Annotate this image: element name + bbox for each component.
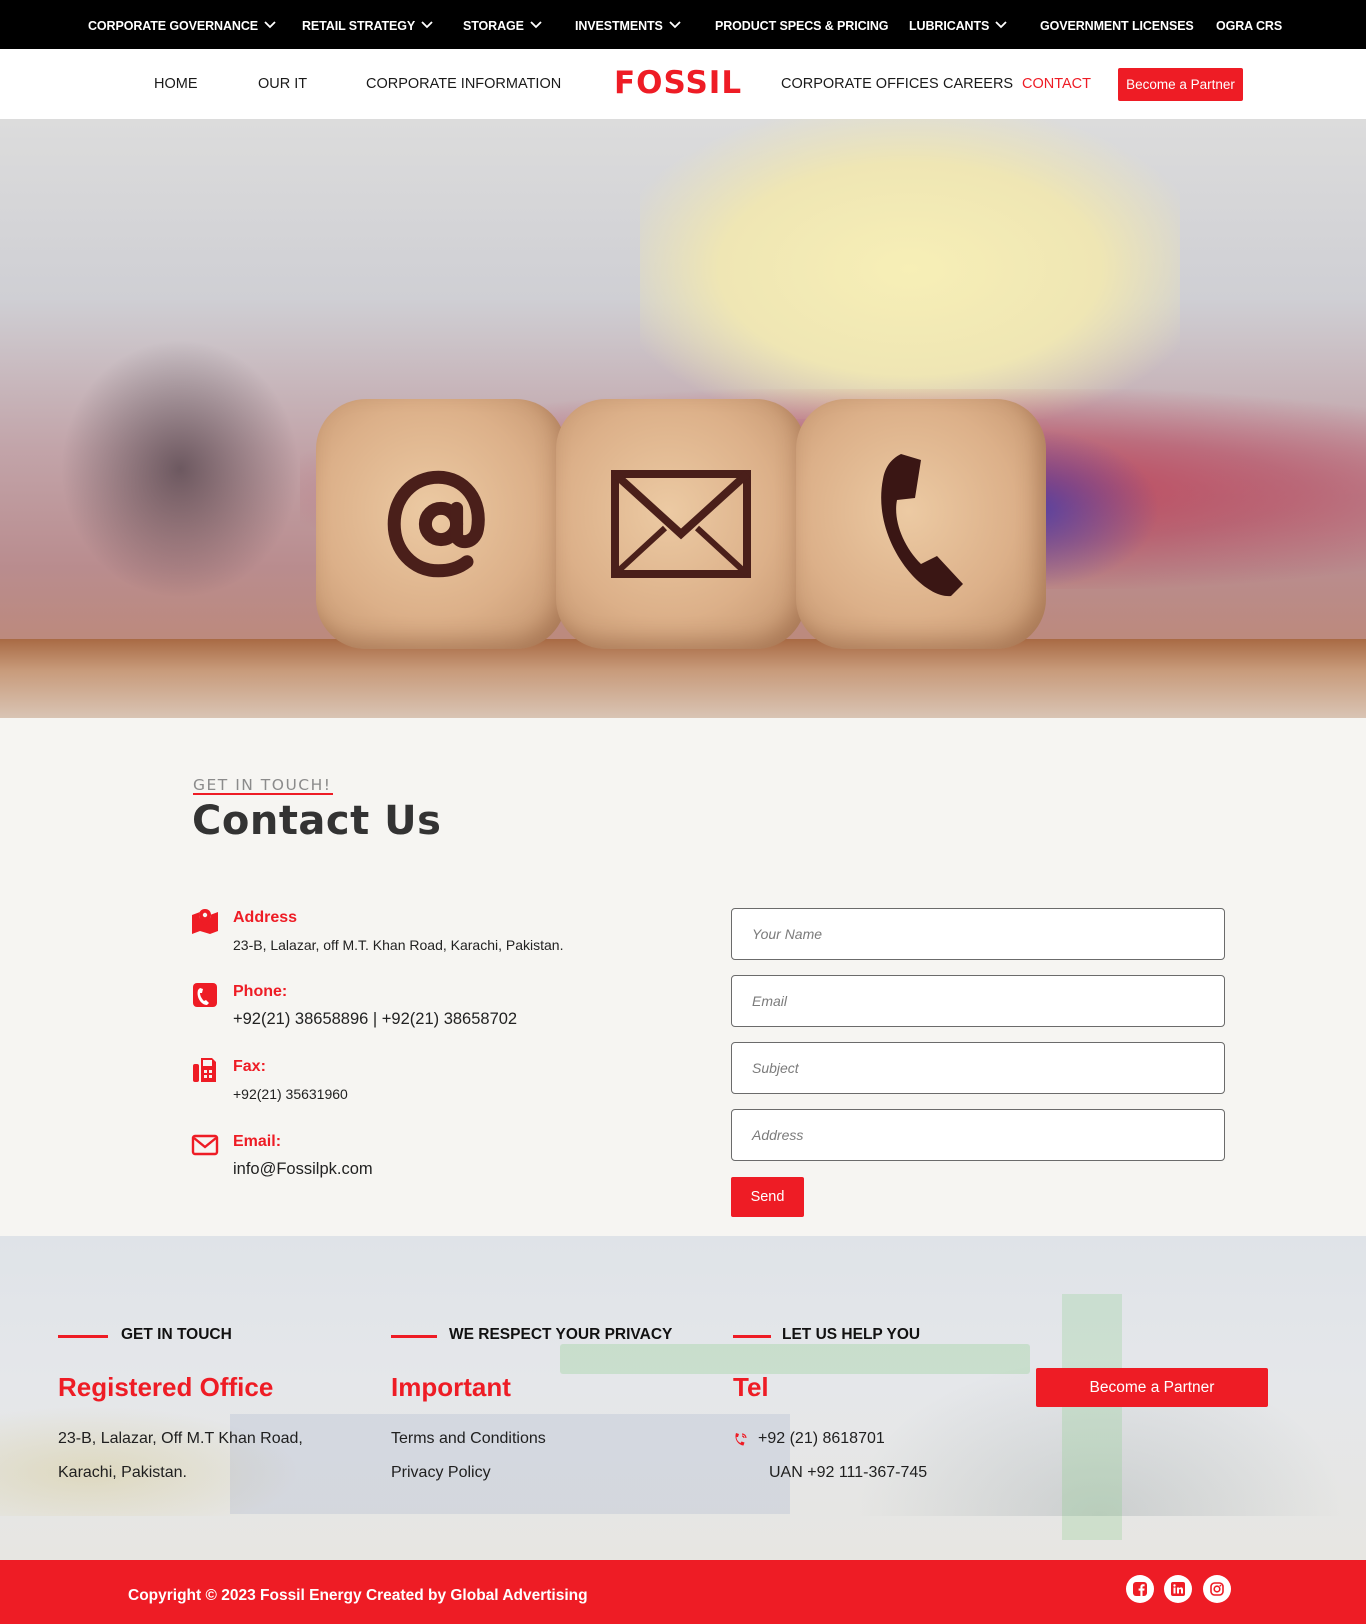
map-marker-icon <box>190 905 220 935</box>
footer-kicker-privacy: WE RESPECT YOUR PRIVACY <box>449 1326 673 1343</box>
nav-corporate-offices[interactable]: CORPORATE OFFICES <box>781 49 939 119</box>
footer-rule <box>391 1335 437 1338</box>
fossil-logo[interactable]: FOSSIL <box>614 66 742 100</box>
hero-table <box>0 639 1366 718</box>
topnav-corporate-governance[interactable]: CORPORATE GOVERNANCE <box>88 0 276 49</box>
topnav-label: RETAIL STRATEGY <box>302 19 416 33</box>
topnav-label: OGRA CRS <box>1216 19 1283 33</box>
facebook-icon[interactable] <box>1126 1575 1154 1603</box>
page-title: Contact Us <box>192 798 442 844</box>
topnav-storage[interactable]: STORAGE <box>463 0 542 49</box>
footer-rule <box>58 1335 108 1338</box>
chevron-down-icon <box>669 0 681 51</box>
topnav-label: CORPORATE GOVERNANCE <box>88 19 259 33</box>
footer-background-sign <box>1062 1294 1122 1540</box>
envelope-icon <box>556 399 806 649</box>
address-value: 23-B, Lalazar, off M.T. Khan Road, Karac… <box>233 937 564 953</box>
chevron-down-icon <box>530 0 542 51</box>
topnav-label: LUBRICANTS <box>909 19 990 33</box>
footer-background-station <box>230 1414 790 1514</box>
privacy-policy-link[interactable]: Privacy Policy <box>391 1464 491 1482</box>
top-navigation-bar: CORPORATE GOVERNANCE RETAIL STRATEGY STO… <box>0 0 1366 49</box>
kicker-underline <box>193 793 333 795</box>
footer-heading-tel: Tel <box>733 1372 769 1402</box>
topnav-lubricants[interactable]: LUBRICANTS <box>909 0 1007 49</box>
footer-address-line: 23-B, Lalazar, Off M.T Khan Road, <box>58 1430 303 1447</box>
send-button[interactable]: Send <box>731 1177 804 1217</box>
footer-become-partner-button[interactable]: Become a Partner <box>1036 1368 1268 1407</box>
chevron-down-icon <box>995 0 1007 51</box>
topnav-label: INVESTMENTS <box>575 19 663 33</box>
contact-kicker: GET IN TOUCH! <box>193 776 332 794</box>
chevron-down-icon <box>421 0 433 51</box>
footer-phone[interactable]: +92 (21) 8618701 <box>758 1430 885 1448</box>
address-field[interactable]: Address <box>731 1109 1225 1161</box>
envelope-icon <box>190 1130 220 1160</box>
at-sign-icon <box>316 399 566 649</box>
become-partner-button[interactable]: Become a Partner <box>1118 68 1243 101</box>
footer-kicker-get-in-touch: GET IN TOUCH <box>121 1326 232 1343</box>
footer-background-canopy <box>560 1344 1030 1374</box>
nav-careers[interactable]: CAREERS <box>943 49 1013 119</box>
footer-rule <box>733 1335 771 1338</box>
fax-label: Fax: <box>233 1058 266 1075</box>
phone-value: +92(21) 38658896 | +92(21) 38658702 <box>233 1010 518 1028</box>
footer-uan: UAN +92 111-367-745 <box>769 1464 928 1481</box>
nav-home[interactable]: HOME <box>154 49 198 119</box>
email-field[interactable]: Email <box>731 975 1225 1027</box>
footer-kicker-help: LET US HELP YOU <box>782 1326 921 1343</box>
name-field[interactable]: Your Name <box>731 908 1225 960</box>
wood-cube-at <box>316 399 566 649</box>
topnav-government-licenses[interactable]: GOVERNMENT LICENSES <box>1040 0 1194 49</box>
topnav-label: GOVERNMENT LICENSES <box>1040 19 1194 33</box>
copyright-text: Copyright © 2023 Fossil Energy Created b… <box>128 1587 588 1604</box>
wood-cube-phone <box>796 399 1046 649</box>
footer-address-line: Karachi, Pakistan. <box>58 1464 187 1481</box>
phone-square-icon <box>190 980 220 1010</box>
topnav-product-specs[interactable]: PRODUCT SPECS & PRICING <box>715 0 889 49</box>
hero-background-shadow <box>60 339 300 599</box>
topnav-label: PRODUCT SPECS & PRICING <box>715 19 889 33</box>
fax-icon <box>190 1055 220 1085</box>
nav-contact[interactable]: CONTACT <box>1022 49 1091 119</box>
phone-icon <box>796 399 1046 649</box>
instagram-icon[interactable] <box>1203 1575 1231 1603</box>
phone-label: Phone: <box>233 983 288 1000</box>
nav-our-it[interactable]: OUR IT <box>258 49 307 119</box>
linkedin-icon[interactable] <box>1164 1575 1192 1603</box>
topnav-investments[interactable]: INVESTMENTS <box>575 0 681 49</box>
topnav-retail-strategy[interactable]: RETAIL STRATEGY <box>302 0 433 49</box>
footer-heading-registered-office: Registered Office <box>58 1372 274 1402</box>
phone-volume-icon <box>733 1432 748 1452</box>
nav-corporate-information[interactable]: CORPORATE INFORMATION <box>366 49 561 119</box>
address-label: Address <box>233 909 298 926</box>
terms-link[interactable]: Terms and Conditions <box>391 1430 546 1448</box>
email-label: Email: <box>233 1133 282 1150</box>
fax-value: +92(21) 35631960 <box>233 1086 348 1102</box>
chevron-down-icon <box>264 0 276 51</box>
hero-background-light <box>640 119 1180 419</box>
wood-cube-mail <box>556 399 806 649</box>
hero-image <box>0 119 1366 718</box>
topnav-label: STORAGE <box>463 19 524 33</box>
subject-field[interactable]: Subject <box>731 1042 1225 1094</box>
footer-heading-important: Important <box>391 1372 511 1402</box>
email-link[interactable]: info@Fossilpk.com <box>233 1160 373 1179</box>
topnav-ogra-crs[interactable]: OGRA CRS <box>1216 0 1282 49</box>
